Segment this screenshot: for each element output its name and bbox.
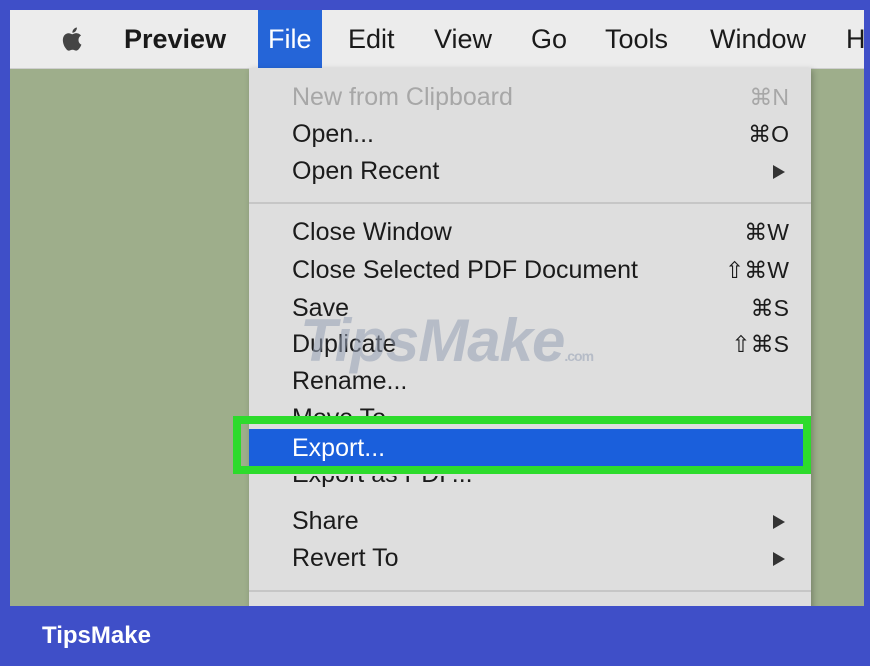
menu-item-new-from-clipboard: New from Clipboard ⌘N (249, 79, 811, 115)
menu-item-open-recent[interactable]: Open Recent (249, 153, 811, 189)
watermark-text: TipsMake (300, 307, 565, 374)
menu-item-label: Revert To (292, 544, 399, 572)
menu-separator (249, 202, 811, 204)
menu-item-label: Close Window (292, 218, 452, 246)
menu-item-shortcut: ⌘W (744, 219, 789, 245)
menu-item-label: Close Selected PDF Document (292, 256, 638, 284)
menu-view[interactable]: View (434, 10, 492, 68)
menu-item-open[interactable]: Open... ⌘O (249, 116, 811, 152)
menu-edit[interactable]: Edit (348, 10, 395, 68)
menu-item-label: Share (292, 507, 359, 535)
menu-item-shortcut: ⌘S (750, 295, 789, 321)
highlight-box (233, 416, 811, 474)
menu-item-shortcut: ⇧⌘W (725, 257, 789, 283)
chevron-right-icon (773, 165, 785, 179)
menu-help[interactable]: He (846, 10, 864, 68)
chevron-right-icon (773, 515, 785, 529)
menu-item-close-window[interactable]: Close Window ⌘W (249, 214, 811, 250)
menu-item-share[interactable]: Share (249, 503, 811, 539)
menu-go[interactable]: Go (531, 10, 567, 68)
footer-brand: TipsMake (42, 622, 151, 649)
menu-item-label: Open Recent (292, 157, 440, 185)
watermark-suffix: .com (564, 348, 594, 364)
menu-item-label: Open... (292, 120, 374, 148)
menu-item-shortcut: ⇧⌘S (731, 331, 789, 357)
menu-item-shortcut: ⌘N (749, 84, 789, 110)
menu-window[interactable]: Window (710, 10, 806, 68)
menu-file[interactable]: File (258, 10, 322, 68)
watermark: TipsMake.com (300, 306, 594, 375)
menu-item-export-as-pdf[interactable]: Export as PDF... (249, 476, 811, 490)
menu-item-revert-to[interactable]: Revert To (249, 540, 811, 576)
menu-separator (249, 590, 811, 592)
apple-icon[interactable] (60, 25, 86, 53)
menu-item-label: Export as PDF... (292, 476, 473, 490)
chevron-right-icon (773, 552, 785, 566)
menu-tools[interactable]: Tools (605, 10, 668, 68)
desktop: Preview File Edit View Go Tools Window H… (10, 10, 864, 606)
menu-bar: Preview File Edit View Go Tools Window H… (10, 10, 864, 69)
menu-item-label: New from Clipboard (292, 83, 513, 111)
menu-preview[interactable]: Preview (124, 10, 226, 68)
menu-item-shortcut: ⌘O (748, 121, 789, 147)
footer-bar: TipsMake (0, 606, 870, 666)
menu-item-close-selected-pdf[interactable]: Close Selected PDF Document ⇧⌘W (249, 252, 811, 288)
